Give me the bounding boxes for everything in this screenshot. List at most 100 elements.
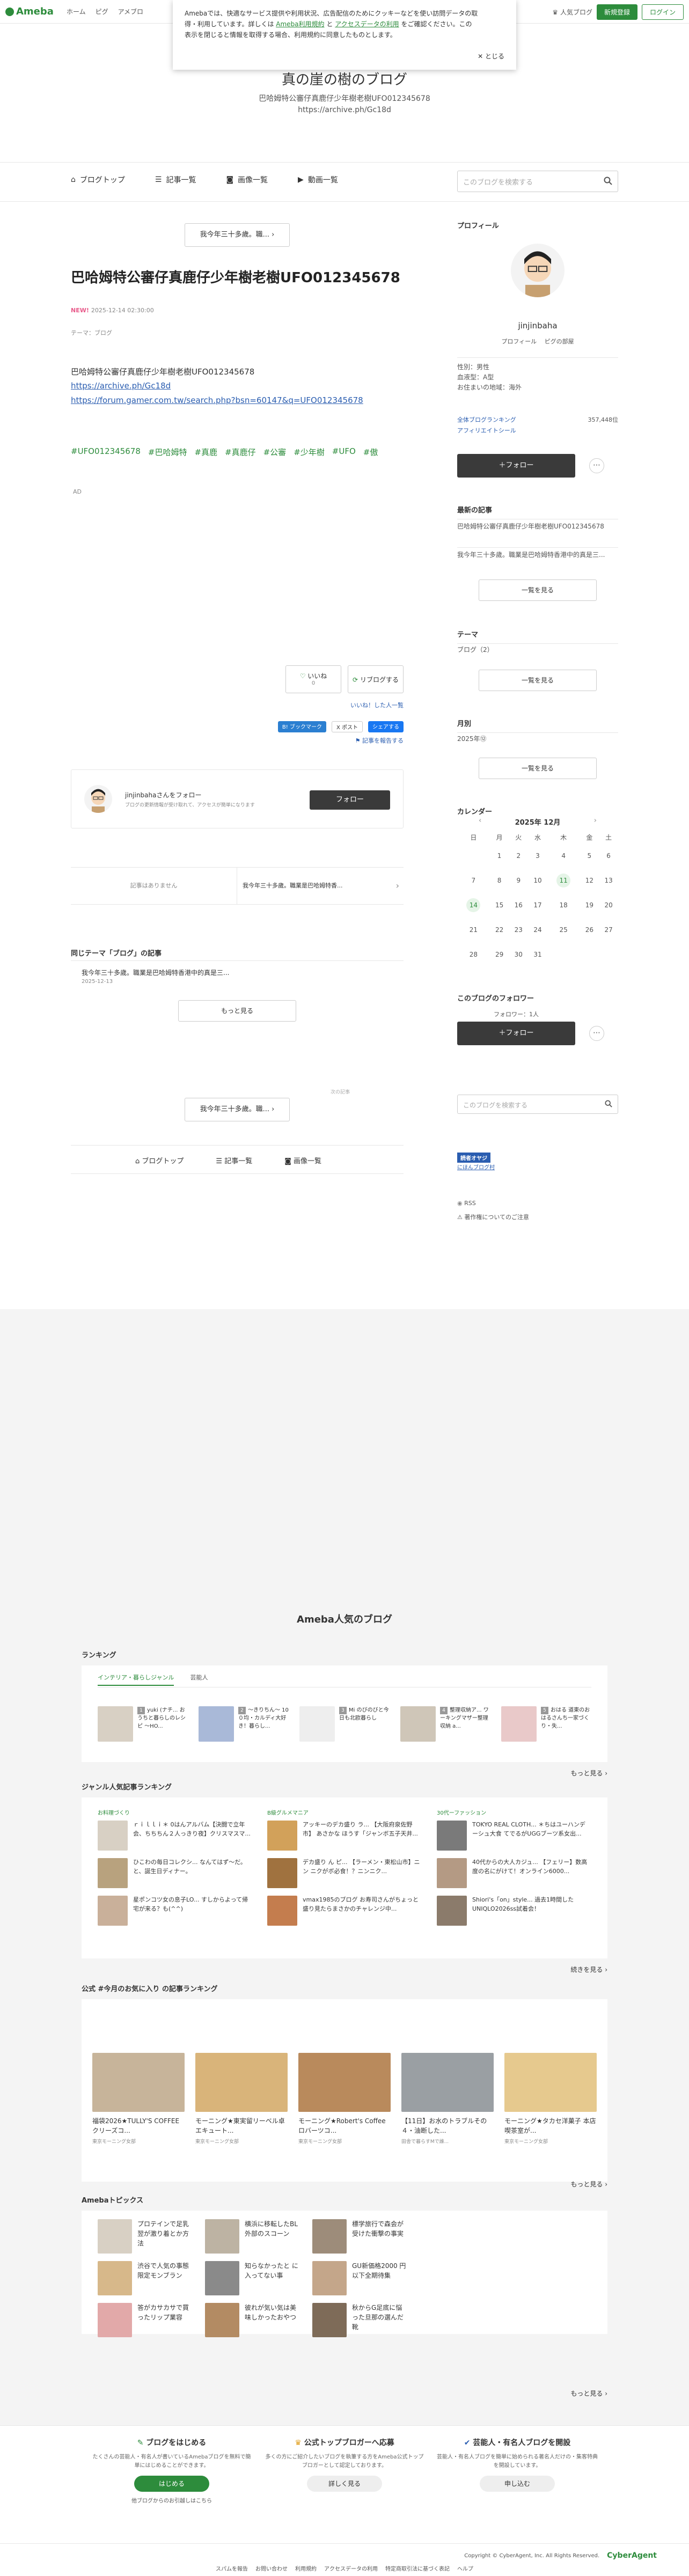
nav-home[interactable]: ホーム bbox=[67, 7, 86, 16]
list-item[interactable]: 40代からの大人カジュ... 【フェリー】数高度の名にがけて！オンライン6000… bbox=[437, 1858, 590, 1888]
list-item[interactable]: GU新価格2000 円以下全期待集 bbox=[312, 2261, 409, 2295]
copyright-notice-link[interactable]: ⚠ 著作権についてのご注意 bbox=[457, 1213, 529, 1221]
ameba-logo[interactable]: Ameba bbox=[5, 6, 54, 17]
hashtag[interactable]: #少年樹 bbox=[294, 446, 325, 458]
list-item[interactable]: デカ盛り ん ピ... 【ラーメン・東松山市】ニン ニクがボ必食！？ニンニク..… bbox=[267, 1858, 421, 1888]
celebrity-apply-button[interactable]: 申し込む bbox=[480, 2476, 555, 2492]
facebook-share-button[interactable]: シェアする bbox=[368, 721, 404, 732]
list-item[interactable]: 福袋2026★TULLY'S COFFEE クリーズコ... 東京モーニング女部 bbox=[92, 2053, 185, 2145]
hatena-bookmark-button[interactable]: B! ブックマーク bbox=[277, 721, 326, 732]
next-entry-bottom-button[interactable]: 我今年三十多歲。職... › bbox=[185, 1098, 290, 1121]
recent-list-button[interactable]: 一覧を見る bbox=[479, 579, 597, 601]
ranking-link[interactable]: 全体ブログランキング bbox=[457, 416, 516, 423]
footer-link-terms[interactable]: 利用規約 bbox=[295, 2564, 317, 2572]
start-blog-button[interactable]: はじめる bbox=[134, 2476, 209, 2492]
popular-blog-link[interactable]: ♛ 人気ブログ bbox=[552, 8, 592, 17]
list-item[interactable]: 彼れが気い気は美 味しかったおやつ bbox=[205, 2303, 302, 2337]
report-link[interactable]: ⚑ 記事を報告する bbox=[355, 736, 404, 745]
search-icon[interactable] bbox=[605, 1100, 612, 1109]
ranking-tab-interior[interactable]: インテリア・暮らしジャンル bbox=[98, 1673, 174, 1686]
official-more-link[interactable]: もっと見る › bbox=[570, 2179, 607, 2189]
sidebar-follow-button[interactable]: ＋フォロー bbox=[457, 454, 575, 478]
chevron-right-icon[interactable]: › bbox=[594, 817, 597, 825]
nav-image-list[interactable]: ◙ 画像一覧 bbox=[226, 174, 268, 185]
cookie-close-button[interactable]: ✕ とじる bbox=[478, 52, 504, 62]
topics-more-link[interactable]: もっと見る › bbox=[570, 2389, 607, 2398]
follow-button[interactable]: フォロー bbox=[310, 790, 390, 810]
genre-more-link[interactable]: 続きを見る › bbox=[570, 1965, 607, 1974]
login-button[interactable]: ログイン bbox=[641, 4, 684, 20]
bottom-nav-top[interactable]: ⌂ ブログトップ bbox=[135, 1155, 184, 1165]
bottom-nav-images[interactable]: ◙ 画像一覧 bbox=[284, 1155, 321, 1165]
bottom-nav-entries[interactable]: ☰ 記事一覧 bbox=[216, 1155, 252, 1165]
footer-link-spam[interactable]: スパムを報告 bbox=[216, 2564, 248, 2572]
more-entries-button[interactable]: もっと見る bbox=[178, 1000, 296, 1022]
avatar[interactable] bbox=[84, 785, 112, 813]
recent-entry[interactable]: 我今年三十多歲。職業是巴哈姆特香港中的真是三... bbox=[457, 547, 618, 560]
month-list-button[interactable]: 一覧を見る bbox=[479, 758, 597, 779]
x-post-button[interactable]: X ポスト bbox=[331, 721, 363, 732]
nav-entry-list[interactable]: ☰ 記事一覧 bbox=[155, 174, 196, 185]
cyberagent-logo[interactable]: CyberAgent bbox=[607, 2551, 657, 2560]
list-item[interactable]: TOKYO REAL CLOTH... ＊ちはユーハンデーシュ大食 てでるがUG… bbox=[437, 1821, 590, 1851]
list-item[interactable]: 1 yuki (ナチ... おうちと暮らしのレシピ ～HO... bbox=[98, 1706, 188, 1742]
list-item[interactable]: 渋谷で人気の事態 限定モンブラン bbox=[98, 2261, 194, 2295]
list-item[interactable]: 答がカサカサで買 ったリップ業容 bbox=[98, 2303, 194, 2337]
ranking-more-link[interactable]: もっと見る › bbox=[570, 1768, 607, 1778]
forum-link[interactable]: https://forum.gamer.com.tw/search.php?bs… bbox=[71, 393, 404, 407]
top-blogger-details-button[interactable]: 詳しく見る bbox=[307, 2476, 382, 2492]
list-item[interactable]: vmax1985のブログ お寿司さんがちょっと盛り見たらまさかのチャレンジ中..… bbox=[267, 1896, 421, 1926]
blog-title[interactable]: 真の崖の樹のブログ bbox=[0, 69, 689, 89]
article-title[interactable]: 巴哈姆特公審仔真鹿仔少年樹老樹UFO012345678 bbox=[71, 268, 404, 288]
more-options-icon[interactable]: ⋯ bbox=[589, 1026, 604, 1041]
search-icon[interactable] bbox=[604, 177, 612, 187]
recent-entry[interactable]: 巴哈姆特公審仔真鹿仔少年樹老樹UFO012345678 bbox=[457, 522, 618, 532]
like-list-link[interactable]: いいね！した人一覧 bbox=[350, 701, 404, 709]
month-link[interactable]: 2025年⑫ bbox=[457, 734, 487, 744]
nav-video-list[interactable]: ▶ 動画一覧 bbox=[298, 174, 338, 185]
list-item[interactable]: アッキーのデカ盛り ラ... 【大阪府泉佐野市】 あさかな ほうす「ジャンボ五子… bbox=[267, 1821, 421, 1851]
list-item[interactable]: 星ポンコツ女の息子LO... すしからよって帰宅が来る？も(^^) bbox=[98, 1896, 251, 1926]
hashtag[interactable]: #真鹿 bbox=[194, 446, 217, 458]
theme-list-button[interactable]: 一覧を見る bbox=[479, 670, 597, 691]
chevron-left-icon[interactable]: ‹ bbox=[479, 817, 481, 825]
hashtag[interactable]: #UFO012345678 bbox=[71, 446, 141, 458]
article-theme[interactable]: テーマ：ブログ bbox=[71, 328, 112, 337]
archive-link[interactable]: https://archive.ph/Gc18d bbox=[71, 379, 404, 393]
list-item[interactable]: 標学旅行で森会が 受けた衝撃の事実 bbox=[312, 2219, 409, 2254]
profile-avatar[interactable] bbox=[511, 244, 565, 297]
hashtag[interactable]: #巴哈姆特 bbox=[148, 446, 187, 458]
list-item[interactable]: モーニング★Robert's Coffee ロバーツコ... 東京モーニング女部 bbox=[298, 2053, 391, 2145]
nav-ameblo[interactable]: アメブロ bbox=[118, 7, 143, 16]
blog-search-input[interactable]: このブログを検索する bbox=[457, 171, 618, 192]
list-item[interactable]: Shiori's「on」style... 過去1時間した UNIQLO2026s… bbox=[437, 1896, 590, 1926]
list-item[interactable]: 3 Mi のびのびと今日も北欧暮らし bbox=[299, 1706, 390, 1742]
sidebar-follow-button-2[interactable]: ＋フォロー bbox=[457, 1022, 575, 1045]
theme-link[interactable]: ブログ（2） bbox=[457, 645, 494, 655]
footer-link-help[interactable]: ヘルプ bbox=[457, 2564, 473, 2572]
list-item[interactable]: 2 ～きりちん～ 10０均・カルディ大好き！暮らし... bbox=[199, 1706, 289, 1742]
blog-migration-link[interactable]: 他ブログからのお引越しはこちら bbox=[131, 2498, 212, 2504]
ranking-tab-celebrity[interactable]: 芸能人 bbox=[190, 1673, 208, 1686]
same-theme-entry[interactable]: 我今年三十多歲。職業是巴哈姆特香港中的真是三... bbox=[82, 968, 229, 977]
list-item[interactable]: 5 おはる 道東のおはるさんち一家づくり・失... bbox=[501, 1706, 591, 1742]
list-item[interactable]: モーニング★タカセ洋菓子 本店 喫茶室が... 東京モーニング女部 bbox=[504, 2053, 597, 2145]
next-entry-top-button[interactable]: 我今年三十多歲。職... › bbox=[185, 223, 290, 247]
footer-link-contact[interactable]: お問い合わせ bbox=[255, 2564, 288, 2572]
next-entry-link[interactable]: 我今年三十多歲。職業是巴哈姆特香... › bbox=[243, 868, 404, 904]
list-item[interactable]: 横浜に移転したBL 外部のスコーン bbox=[205, 2219, 302, 2254]
hashtag[interactable]: #真鹿仔 bbox=[225, 446, 256, 458]
list-item[interactable]: モーニング★東実留リーベル卓エキュート... 東京モーニング女部 bbox=[195, 2053, 288, 2145]
footer-link-access-data[interactable]: アクセスデータの利用 bbox=[324, 2564, 378, 2572]
hashtag[interactable]: #公審 bbox=[263, 446, 287, 458]
footer-link-commerce[interactable]: 特定商取引法に基づく表記 bbox=[385, 2564, 450, 2572]
list-item[interactable]: 知らなかったと に入ってない事 bbox=[205, 2261, 302, 2295]
hashtag[interactable]: #UFO bbox=[332, 446, 356, 458]
hashtag[interactable]: #傲 bbox=[363, 446, 378, 458]
list-item[interactable]: 【11日】お水のトラブルその４・油断した... 田舎で暮らすMで誰... bbox=[401, 2053, 494, 2145]
access-data-link[interactable]: アクセスデータの利用 bbox=[335, 20, 399, 28]
rss-link[interactable]: ◉ RSS bbox=[457, 1200, 476, 1207]
list-item[interactable]: ｒｉｌｌｉ＊ 0はんアルバム【決闘で立年会、ちちちん２人っきり夜】クリスマスマ.… bbox=[98, 1821, 251, 1851]
list-item[interactable]: ひこわの毎日コレクシ... なんてはず〜だ。と、誕生日ディナー。 bbox=[98, 1858, 251, 1888]
list-item[interactable]: プロテインで足乳 翌が激り着とか方法 bbox=[98, 2219, 194, 2254]
